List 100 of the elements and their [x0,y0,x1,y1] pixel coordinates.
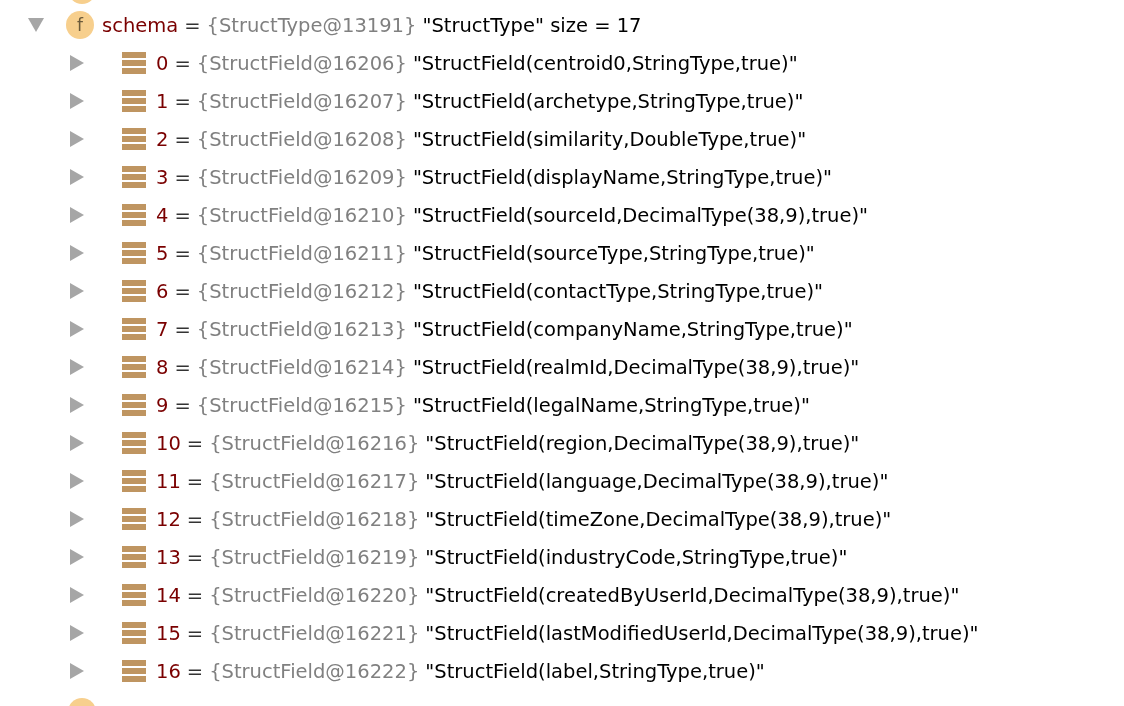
variable-name: 6 [156,279,169,303]
list-icon [122,432,146,454]
expand-icon[interactable] [70,397,84,413]
equals-sign: = [186,431,204,455]
value-text: "StructField(centroid0,StringType,true)" [412,51,798,75]
equals-sign: = [186,621,204,645]
equals-sign: = [186,507,204,531]
value-text: "StructField(companyName,StringType,true)" [412,317,853,341]
variable-name: 14 [156,583,181,607]
expand-icon[interactable] [70,93,84,109]
object-reference: {StructField@16221} [209,621,420,645]
variable-name: 11 [156,469,181,493]
value-text: "StructField(region,DecimalType(38,9),true)" [425,431,860,455]
equals-sign: = [184,13,201,37]
equals-sign: = [186,659,204,683]
variable-name: 9 [156,393,169,417]
object-reference: {StructField@16209} [196,165,407,189]
object-reference: {StructField@16212} [196,279,407,303]
equals-sign: = [174,393,191,417]
equals-sign: = [174,317,191,341]
variable-name: 13 [156,545,181,569]
equals-sign: = [186,469,204,493]
variable-name: 7 [156,317,169,341]
collapse-icon[interactable] [28,18,44,32]
variable-name: 15 [156,621,181,645]
equals-sign: = [174,355,191,379]
variable-name: 3 [156,165,169,189]
list-icon [122,242,146,264]
value-text: "StructField(legalName,StringType,true)" [412,393,810,417]
expand-icon[interactable] [70,549,84,565]
field-icon: f [66,11,94,39]
expand-icon[interactable] [70,131,84,147]
object-reference: {StructField@16206} [196,51,407,75]
value-text: "StructField(timeZone,DecimalType(38,9),true)" [425,507,892,531]
expand-icon[interactable] [70,321,84,337]
list-icon [122,584,146,606]
expand-icon[interactable] [70,169,84,185]
variable-name: 5 [156,241,169,265]
expand-icon[interactable] [70,625,84,641]
value-text: "StructField(industryCode,StringType,true)" [425,545,848,569]
object-reference: {StructField@16207} [196,89,407,113]
value-text: "StructField(contactType,StringType,true)" [412,279,823,303]
equals-sign: = [174,165,191,189]
object-reference: {StructField@16216} [209,431,420,455]
object-reference: {StructField@16211} [196,241,407,265]
value-text: "StructField(sourceType,StringType,true)" [412,241,815,265]
equals-sign: = [174,51,191,75]
list-icon [122,166,146,188]
equals-sign: = [174,279,191,303]
list-icon [122,546,146,568]
expand-icon[interactable] [70,245,84,261]
list-icon [122,128,146,150]
variable-name: 12 [156,507,181,531]
object-reference: {StructField@16219} [209,545,420,569]
variable-name: 4 [156,203,169,227]
variable-name: schema [102,13,179,37]
expand-icon[interactable] [70,511,84,527]
object-reference: {StructField@16217} [209,469,420,493]
value-text: "StructField(createdByUserId,DecimalType(38,9),true)" [425,583,960,607]
object-reference: {StructField@16213} [196,317,407,341]
value-text: "StructField(realmId,DecimalType(38,9),true)" [412,355,860,379]
list-icon [122,622,146,644]
equals-sign: = [186,545,204,569]
expand-icon[interactable] [70,55,84,71]
object-reference: {StructField@16222} [209,659,420,683]
variable-name: 2 [156,127,169,151]
object-reference: {StructField@16220} [209,583,420,607]
expand-icon[interactable] [70,435,84,451]
value-text: "StructField(label,StringType,true)" [425,659,765,683]
value-text: "StructField(language,DecimalType(38,9),true)" [425,469,889,493]
list-icon [122,508,146,530]
equals-sign: = [174,241,191,265]
equals-sign: = [174,203,191,227]
list-icon [122,356,146,378]
expand-icon[interactable] [70,587,84,603]
object-reference: {StructField@16214} [196,355,407,379]
variable-name: 0 [156,51,169,75]
expand-icon[interactable] [70,359,84,375]
list-icon [122,660,146,682]
value-text: "StructField(archetype,StringType,true)" [412,89,804,113]
expand-icon[interactable] [70,283,84,299]
expand-icon[interactable] [70,473,84,489]
object-reference: {StructField@16208} [196,127,407,151]
expand-icon[interactable] [70,207,84,223]
expand-icon[interactable] [70,663,84,679]
value-text: "StructField(displayName,StringType,true)" [412,165,832,189]
value-text: "StructField(sourceId,DecimalType(38,9),true)" [412,203,869,227]
list-icon [122,204,146,226]
variable-name: 10 [156,431,181,455]
variable-name: 8 [156,355,169,379]
variable-name: 16 [156,659,181,683]
list-icon [122,280,146,302]
object-reference: {StructField@16210} [196,203,407,227]
equals-sign: = [186,583,204,607]
object-reference: {StructType@13191} [206,13,417,37]
equals-sign: = [174,89,191,113]
value-text: "StructType" size = 17 [422,13,642,37]
variable-name: 1 [156,89,169,113]
value-text: "StructField(similarity,DoubleType,true)" [412,127,807,151]
list-icon [122,318,146,340]
